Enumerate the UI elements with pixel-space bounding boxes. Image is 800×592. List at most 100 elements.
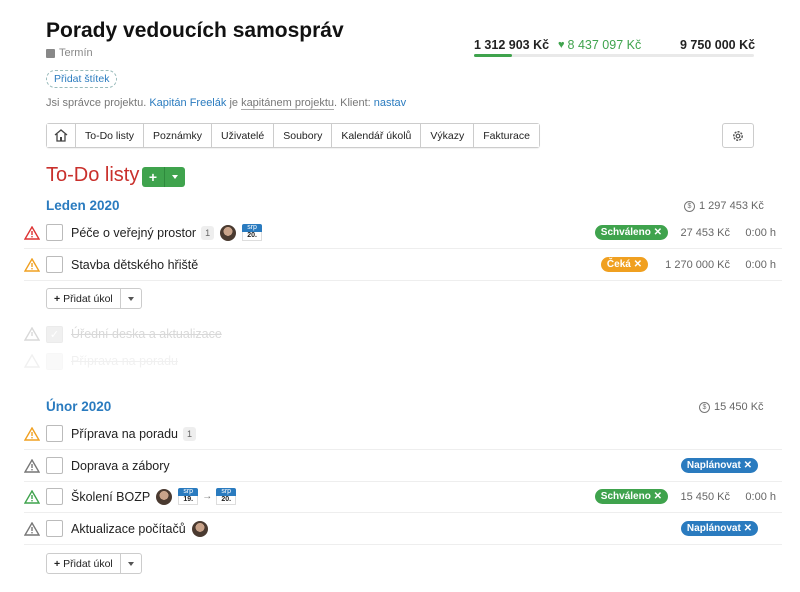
task-checkbox[interactable]: [46, 425, 63, 442]
task-name[interactable]: Aktualizace počítačů: [71, 522, 186, 536]
task-amount: 15 450 Kč: [680, 490, 730, 503]
tab-calendar[interactable]: Kalendář úkolů: [332, 124, 422, 147]
task-name[interactable]: Příprava na poradu: [71, 427, 178, 441]
task-name[interactable]: Doprava a zábory: [71, 459, 170, 473]
chevron-down-icon: [127, 561, 134, 566]
task-amount: 27 453 Kč: [680, 226, 730, 239]
due-date: srp 20.: [216, 488, 237, 505]
tab-todo[interactable]: To-Do listy: [76, 124, 145, 147]
task-name[interactable]: Příprava na poradu: [71, 354, 178, 368]
client-prefix: . Klient:: [334, 97, 371, 109]
role-text: kapitánem projektu: [241, 97, 335, 110]
task-checkbox-checked[interactable]: [46, 352, 63, 370]
status-badge[interactable]: Schváleno ✕: [594, 225, 668, 240]
avatar: [191, 520, 208, 537]
list-title[interactable]: Leden 2020: [46, 198, 120, 213]
priority-high-icon: [24, 225, 40, 240]
chevron-down-icon: [127, 296, 134, 301]
date-month: srp: [178, 488, 199, 496]
avatar: [156, 488, 173, 505]
date-day: 20.: [242, 232, 263, 241]
tab-home[interactable]: [47, 124, 76, 147]
page-title: Porady vedoucích samospráv: [46, 19, 344, 42]
task-row[interactable]: Aktualizace počítačů Naplánovat ✕: [24, 513, 782, 545]
add-task-label: Přidat úkol: [63, 557, 113, 570]
budget-spent: 1 312 903 Kč: [474, 38, 550, 52]
task-checkbox[interactable]: [46, 256, 63, 273]
heart-icon: ♥: [558, 39, 565, 51]
tab-users[interactable]: Uživatelé: [212, 124, 275, 147]
task-time: 0:00 h: [745, 226, 776, 239]
close-icon[interactable]: ✕: [744, 460, 752, 471]
task-checkbox[interactable]: [46, 488, 63, 505]
settings-button[interactable]: [722, 123, 754, 148]
task-name[interactable]: Školení BOZP: [71, 490, 150, 504]
task-checkbox-checked[interactable]: ✓: [46, 325, 63, 343]
list-total: $ 15 450 Kč: [699, 401, 764, 413]
budget-total: 9 750 000 Kč: [680, 38, 756, 52]
project-tabs: To-Do listy Poznámky Uživatelé Soubory K…: [46, 123, 540, 148]
add-task-control: + Přidat úkol: [46, 288, 142, 309]
add-task-dropdown[interactable]: [121, 289, 141, 308]
priority-low-icon: [24, 521, 40, 536]
close-icon[interactable]: ✕: [654, 491, 662, 502]
tab-invoicing[interactable]: Fakturace: [474, 124, 539, 147]
task-row[interactable]: Péče o veřejný prostor 1 srp 20. Schválen…: [24, 217, 782, 249]
task-row[interactable]: Stavba dětského hřiště Čeká ✕ 1 270 000 …: [24, 249, 782, 281]
add-task-dropdown[interactable]: [121, 554, 141, 573]
close-icon[interactable]: ✕: [654, 227, 662, 238]
task-row[interactable]: Příprava na poradu 1: [24, 418, 782, 450]
task-name[interactable]: Úřední deska a aktualizace: [71, 327, 222, 341]
status-label: Naplánovat: [686, 460, 741, 471]
completed-task-row[interactable]: ✓ Úřední deska a aktualizace: [24, 318, 782, 350]
project-admin-info: Jsi správce projektu. Kapitán Freelák je…: [46, 97, 406, 110]
task-checkbox[interactable]: [46, 224, 63, 241]
add-tag-button[interactable]: Přidat štítek: [46, 70, 118, 88]
comment-count: 1: [183, 426, 197, 441]
tab-notes[interactable]: Poznámky: [144, 124, 213, 147]
task-checkbox[interactable]: [46, 457, 63, 474]
task-name[interactable]: Péče o veřejný prostor: [71, 226, 196, 240]
add-task-button[interactable]: + Přidat úkol: [47, 554, 121, 573]
deadline[interactable]: Termín: [46, 47, 93, 59]
plus-icon: +: [54, 557, 61, 570]
status-badge[interactable]: Schváleno ✕: [594, 489, 668, 504]
list-total: $ 1 297 453 Kč: [684, 200, 764, 212]
budget-profit: ♥ 8 437 097 Kč: [558, 38, 641, 52]
client-link[interactable]: nastav: [374, 97, 406, 109]
task-row[interactable]: Školení BOZP srp 19. → srp 20. Schváleno ✕…: [24, 481, 782, 513]
start-date: srp 19.: [178, 488, 199, 505]
comment-count: 1: [201, 225, 215, 240]
status-badge[interactable]: Naplánovat ✕: [680, 521, 758, 536]
add-task-button[interactable]: + Přidat úkol: [47, 289, 121, 308]
completed-task-row[interactable]: Příprava na poradu: [24, 350, 782, 372]
task-time: 0:00 h: [745, 490, 776, 503]
status-label: Čeká: [606, 259, 631, 270]
coin-icon: $: [684, 200, 695, 212]
add-list-dropdown[interactable]: [165, 167, 185, 187]
task-checkbox[interactable]: [46, 520, 63, 537]
status-badge[interactable]: Naplánovat ✕: [680, 458, 758, 473]
task-name[interactable]: Stavba dětského hřiště: [71, 258, 198, 272]
tab-reports[interactable]: Výkazy: [421, 124, 475, 147]
admin-prefix: Jsi správce projektu.: [46, 97, 147, 109]
manager-link[interactable]: Kapitán Freelák: [149, 97, 226, 109]
list-title[interactable]: Únor 2020: [46, 399, 111, 414]
deadline-label: Termín: [59, 47, 93, 59]
tab-files[interactable]: Soubory: [274, 124, 333, 147]
priority-medium-icon: [24, 426, 40, 441]
priority-low-icon: [24, 354, 40, 368]
due-date: srp 20.: [242, 224, 263, 241]
add-task-label: Přidat úkol: [63, 292, 113, 305]
list-total-value: 1 297 453 Kč: [699, 200, 764, 212]
status-badge[interactable]: Čeká ✕: [600, 257, 648, 272]
budget-profit-value: 8 437 097 Kč: [567, 38, 642, 52]
close-icon[interactable]: ✕: [744, 523, 752, 534]
close-icon[interactable]: ✕: [634, 259, 642, 270]
plus-icon[interactable]: +: [142, 167, 165, 187]
date-day: 19.: [178, 496, 199, 505]
add-list-button[interactable]: +: [142, 167, 185, 187]
status-label: Schváleno: [600, 491, 651, 502]
task-row[interactable]: Doprava a zábory Naplánovat ✕: [24, 450, 782, 482]
calendar-icon: [46, 48, 55, 58]
